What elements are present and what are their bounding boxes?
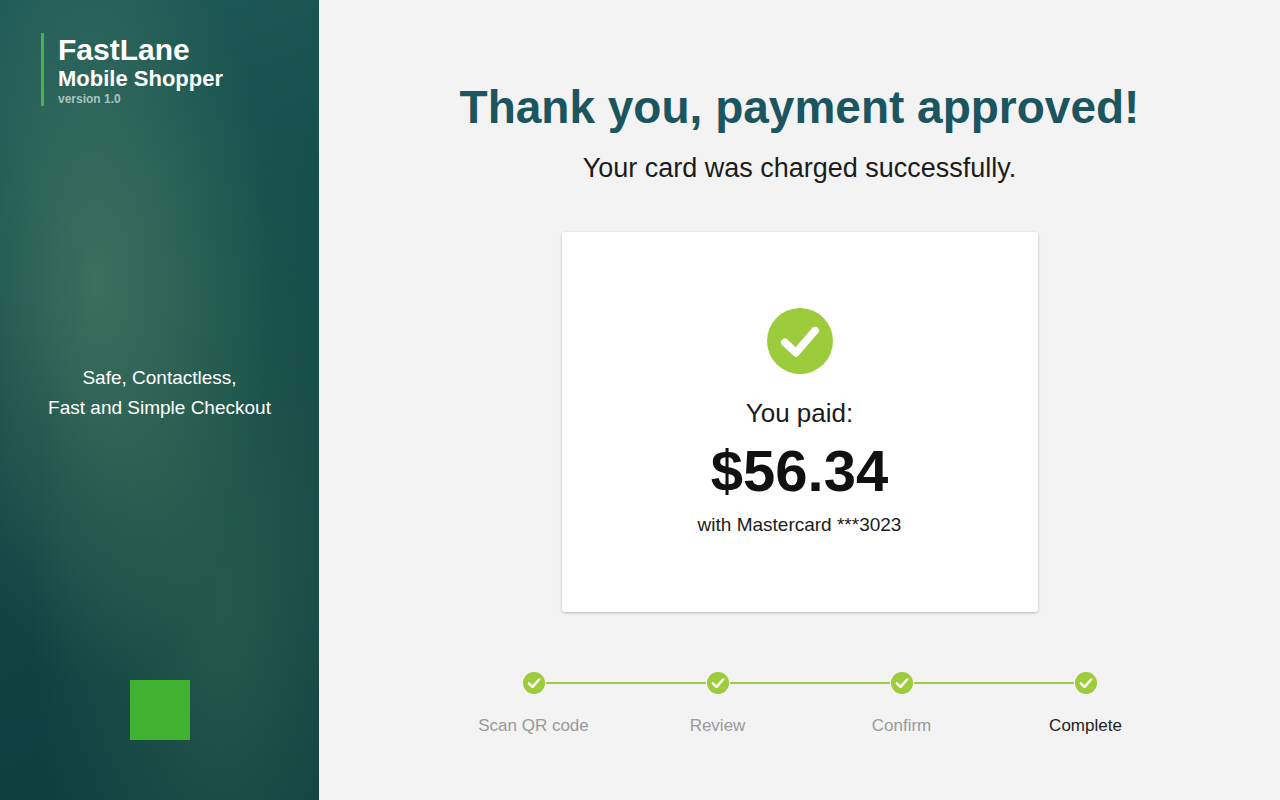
step-check-icon (891, 672, 913, 694)
subheading: Your card was charged successfully. (583, 153, 1017, 184)
main-panel: Thank you, payment approved! Your card wa… (319, 0, 1280, 800)
sidebar: FastLaneMobile Shopperversion 1.0 Safe, C… (0, 0, 319, 800)
step-check-icon (523, 672, 545, 694)
step-label: Confirm (872, 716, 932, 736)
heading: Thank you, payment approved! (460, 80, 1140, 135)
step-check-icon (707, 672, 729, 694)
step: Confirm (810, 672, 994, 736)
brand-version: version 1.0 (58, 92, 319, 106)
page: FastLaneMobile Shopperversion 1.0 Safe, C… (0, 0, 1280, 800)
paid-label: You paid: (746, 398, 853, 429)
step-check-icon (1075, 672, 1097, 694)
success-check-icon (767, 308, 833, 374)
stepper: Scan QR code Review Confirm Complete (442, 672, 1178, 736)
step-label: Scan QR code (478, 716, 589, 736)
tagline-line: Fast and Simple Checkout (48, 397, 271, 419)
brand: FastLaneMobile Shopperversion 1.0 (41, 33, 319, 106)
step: Scan QR code (442, 672, 626, 736)
step-label: Complete (1049, 716, 1122, 736)
step: Review (626, 672, 810, 736)
tagline: Safe, Contactless, Fast and Simple Checko… (0, 367, 319, 419)
receipt-card: You paid: $56.34 with Mastercard ***3023 (562, 232, 1038, 612)
paid-amount: $56.34 (711, 437, 888, 504)
brand-subtitle: Mobile Shopper (58, 66, 319, 92)
brand-title: FastLane (58, 33, 319, 66)
payment-method: with Mastercard ***3023 (698, 514, 902, 536)
step: Complete (994, 672, 1178, 736)
brand-square (130, 680, 190, 740)
tagline-line: Safe, Contactless, (82, 367, 236, 389)
step-label: Review (690, 716, 746, 736)
